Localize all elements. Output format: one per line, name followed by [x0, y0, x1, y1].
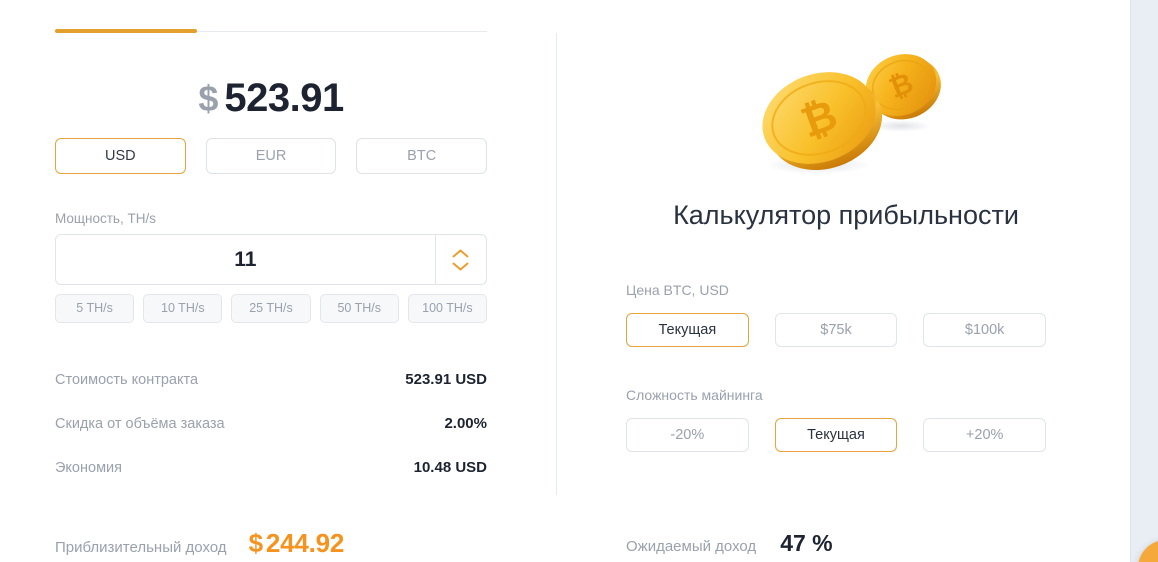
mining-difficulty-options: -20% Текущая +20% [626, 418, 1047, 452]
page-title: Калькулятор прибыльности [673, 200, 1019, 230]
btc-price-option-100k[interactable]: $100k [923, 313, 1047, 347]
summary-value: 2.00% [444, 415, 487, 432]
btc-price-option-current[interactable]: Текущая [626, 313, 749, 347]
summary-row-contract-cost: Стоимость контракта 523.91 USD [55, 371, 487, 388]
power-preset-50[interactable]: 50 TH/s [319, 294, 399, 323]
btc-price-options: Текущая $75k $100k [626, 313, 1047, 347]
profitability-calculator-page: 12 МЕСЯЦЕВ 18 МЕСЯЦЕВ 24 МЕСЯЦА $523.91 … [0, 0, 1158, 562]
power-preset-100[interactable]: 100 TH/s [407, 294, 488, 323]
summary-label: Экономия [55, 460, 122, 476]
approximate-income-value: $244.92 [249, 528, 345, 559]
summary-value: 523.91 USD [405, 371, 487, 388]
price-amount: 523.91 [224, 76, 344, 120]
summary-row-volume-discount: Скидка от объёма заказа 2.00% [55, 415, 487, 432]
income-currency-symbol: $ [248, 528, 263, 558]
power-stepper-arrows[interactable] [434, 235, 486, 284]
power-preset-10[interactable]: 10 TH/s [143, 294, 223, 323]
summary-value: 10.48 USD [413, 459, 487, 476]
mining-difficulty-label: Сложность майнинга [626, 387, 763, 403]
summary-row-savings: Экономия 10.48 USD [55, 459, 487, 476]
currency-button-usd[interactable]: USD [55, 138, 186, 174]
difficulty-option-current[interactable]: Текущая [774, 418, 898, 452]
btc-price-option-75k[interactable]: $75k [774, 313, 898, 347]
expected-income-label: Ожидаемый доход [626, 538, 757, 555]
contract-panel: $523.91 USD EUR BTC Мощность, TH/s 5 TH/… [0, 0, 540, 562]
contract-price: $523.91 [55, 76, 487, 121]
chevron-down-icon[interactable] [452, 262, 469, 271]
btc-price-label: Цена BTC, USD [626, 282, 729, 298]
currency-selector: USD EUR BTC [55, 138, 488, 174]
page-gutter[interactable] [1130, 0, 1158, 562]
bitcoin-coins-illustration: ₿ ₿ [756, 30, 946, 180]
calculator-panel: ₿ ₿ Калькулятор прибыльности Цена BTC, U… [556, 0, 1130, 562]
chevron-up-icon[interactable] [452, 249, 469, 258]
power-preset-buttons: 5 TH/s 10 TH/s 25 TH/s 50 TH/s 100 TH/s [55, 294, 488, 323]
power-field-label: Мощность, TH/s [55, 211, 156, 226]
power-stepper[interactable] [55, 234, 487, 285]
income-amount: 244.92 [265, 528, 345, 558]
price-currency-symbol: $ [198, 78, 219, 119]
currency-button-btc[interactable]: BTC [356, 138, 488, 174]
power-input[interactable] [56, 235, 435, 284]
power-preset-25[interactable]: 25 TH/s [231, 294, 311, 323]
difficulty-option-minus-20[interactable]: -20% [626, 418, 749, 452]
summary-label: Скидка от объёма заказа [55, 416, 225, 432]
expected-income-value: 47 % [780, 530, 833, 556]
expected-income-row: Ожидаемый доход 47 % [626, 530, 833, 557]
currency-button-eur[interactable]: EUR [205, 138, 337, 174]
power-preset-5[interactable]: 5 TH/s [55, 294, 135, 323]
difficulty-option-plus-20[interactable]: +20% [923, 418, 1047, 452]
approximate-income-row: Приблизительный доход $244.92 [55, 528, 344, 559]
summary-label: Стоимость контракта [55, 372, 199, 388]
approximate-income-label: Приблизительный доход [55, 539, 227, 556]
